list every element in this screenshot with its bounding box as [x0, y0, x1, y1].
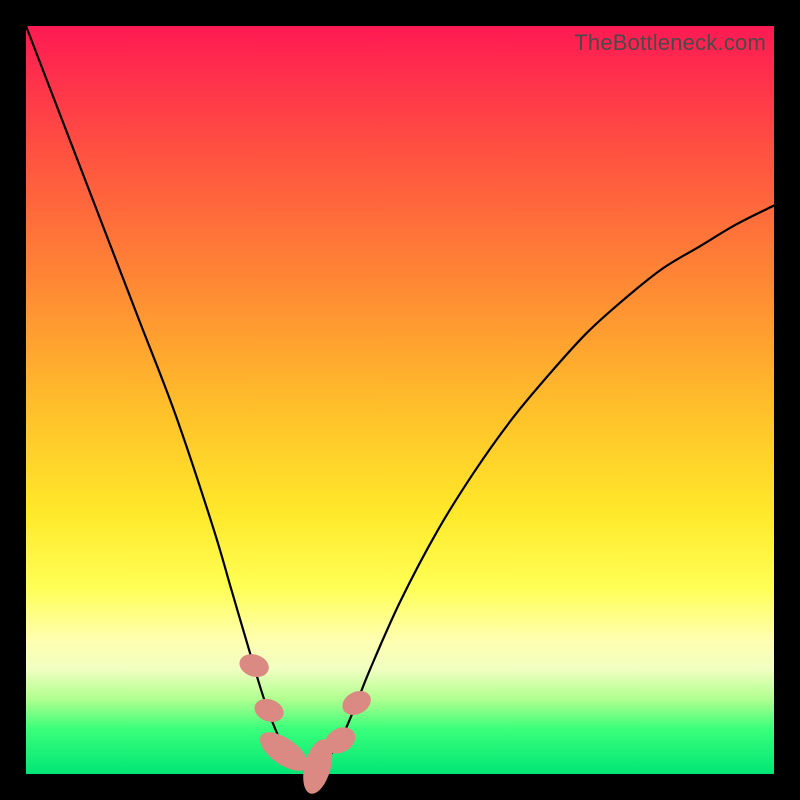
bottleneck-curve: [26, 26, 774, 767]
curve-marker: [236, 650, 271, 680]
chart-frame: TheBottleneck.com: [26, 26, 774, 774]
curve-marker: [251, 695, 287, 726]
bottleneck-curve-plot: [26, 26, 774, 774]
curve-marker: [338, 686, 375, 720]
marker-group: [236, 650, 375, 796]
